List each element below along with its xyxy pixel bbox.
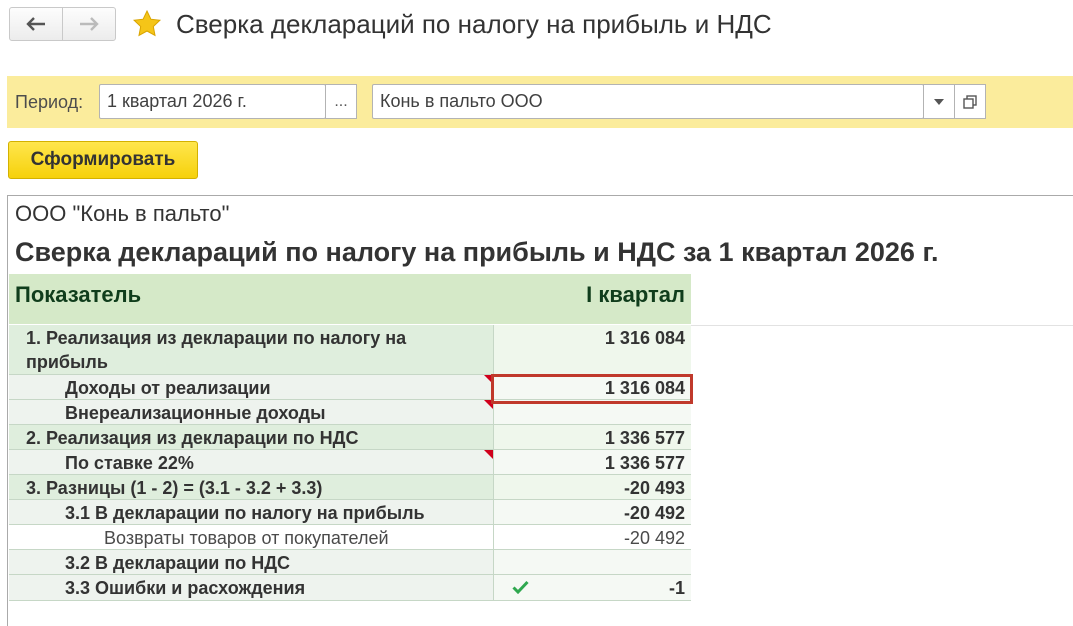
row-label-cell: По ставке 22% — [9, 450, 494, 474]
report-organization: ООО "Конь в пальто" — [15, 201, 230, 226]
row-label: Внереализационные доходы — [65, 403, 326, 423]
back-button[interactable] — [10, 8, 62, 40]
generate-button[interactable]: Сформировать — [8, 141, 198, 179]
report-divider — [691, 325, 1073, 326]
row-value: 1 336 577 — [494, 425, 691, 449]
column-header-indicator: Показатель — [15, 282, 142, 307]
navigation-buttons — [9, 7, 116, 41]
forward-arrow-icon — [80, 17, 99, 31]
organization-field[interactable]: Конь в пальто ООО — [372, 84, 924, 119]
report-border — [7, 195, 1073, 196]
organization-dropdown-button[interactable] — [923, 84, 955, 119]
table-row[interactable]: 3.3 Ошибки и расхождения -1 — [9, 575, 691, 601]
table-row[interactable]: 1. Реализация из декларации по налогу на… — [9, 325, 691, 375]
row-label: 3.2 В декларации по НДС — [9, 550, 494, 574]
table-row[interactable]: 3.1 В декларации по налогу на прибыль -2… — [9, 500, 691, 525]
row-label: 3.1 В декларации по налогу на прибыль — [9, 500, 494, 524]
row-value[interactable]: 1 336 577 — [494, 450, 691, 474]
open-in-window-icon — [963, 94, 977, 109]
row-label: По ставке 22% — [65, 453, 194, 473]
row-value: -1 — [668, 578, 685, 598]
column-header-quarter: I квартал — [586, 282, 685, 307]
check-icon — [512, 580, 529, 594]
back-arrow-icon — [26, 17, 45, 31]
report-border-left — [7, 195, 8, 626]
period-field[interactable]: 1 квартал 2026 г. — [99, 84, 326, 119]
row-value: -20 492 — [494, 500, 691, 524]
row-label: Возвраты товаров от покупателей — [9, 525, 494, 549]
period-select-button[interactable]: ... — [325, 84, 357, 119]
page-title: Сверка деклараций по налогу на прибыль и… — [176, 9, 772, 39]
table-row[interactable]: Возвраты товаров от покупателей -20 492 — [9, 525, 691, 550]
table-row[interactable]: По ставке 22% 1 336 577 — [9, 450, 691, 475]
table-row[interactable]: 2. Реализация из декларации по НДС 1 336… — [9, 425, 691, 450]
row-label: 3. Разницы (1 - 2) = (3.1 - 3.2 + 3.3) — [9, 475, 494, 499]
forward-button[interactable] — [62, 8, 115, 40]
organization-open-button[interactable] — [954, 84, 986, 119]
note-marker-icon — [484, 450, 493, 459]
report-table: 1. Реализация из декларации по налогу на… — [9, 325, 691, 601]
period-label: Период: — [15, 92, 84, 112]
row-label: Доходы от реализации — [65, 378, 271, 398]
favorite-star-icon[interactable] — [132, 9, 162, 39]
row-label-cell: Доходы от реализации — [9, 375, 494, 399]
row-value — [494, 550, 691, 574]
row-value: -20 493 — [494, 475, 691, 499]
row-label-cell: Внереализационные доходы — [9, 400, 494, 424]
table-row[interactable]: 3.2 В декларации по НДС — [9, 550, 691, 575]
selected-cell-highlight — [491, 374, 693, 404]
row-label: 1. Реализация из декларации по налогу на… — [9, 325, 494, 374]
row-value: -20 492 — [494, 525, 691, 549]
table-row[interactable]: 3. Разницы (1 - 2) = (3.1 - 3.2 + 3.3) -… — [9, 475, 691, 500]
row-value-cell: -1 — [494, 575, 691, 600]
row-label: 3.3 Ошибки и расхождения — [9, 575, 494, 600]
row-value: 1 316 084 — [494, 325, 691, 374]
report-title: Сверка деклараций по налогу на прибыль и… — [15, 237, 939, 267]
dropdown-arrow-icon — [934, 98, 944, 105]
row-label: 2. Реализация из декларации по НДС — [9, 425, 494, 449]
